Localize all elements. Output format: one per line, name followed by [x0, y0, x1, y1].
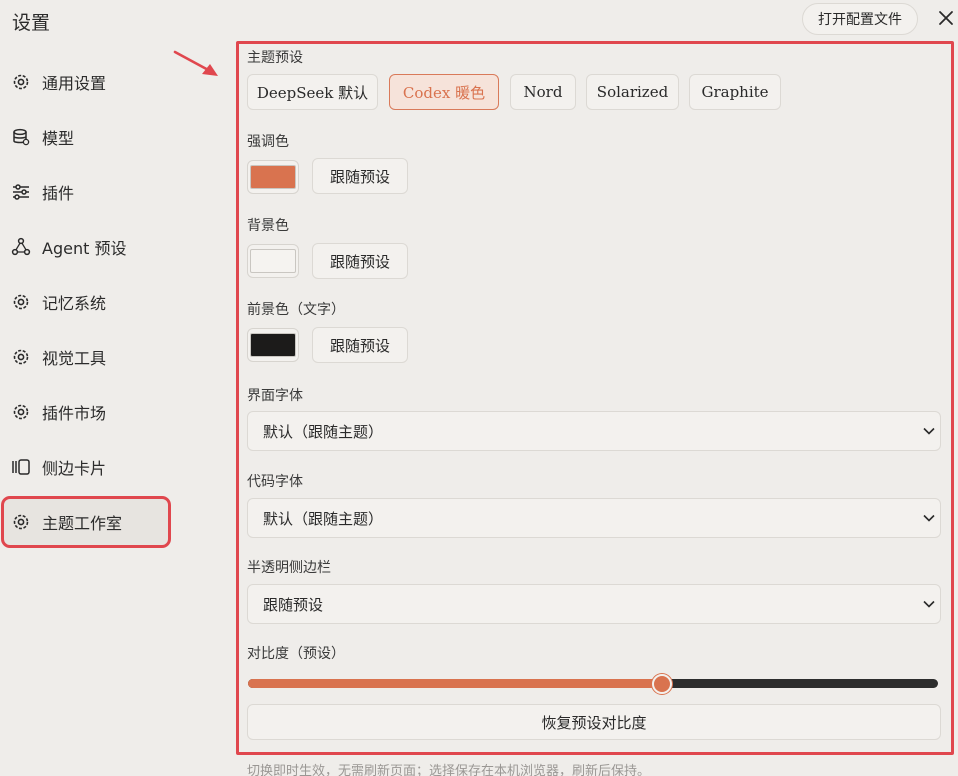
sidebar-item-general[interactable]: 通用设置: [4, 59, 200, 105]
sidebar-item-side-cards[interactable]: 侧边卡片: [4, 444, 200, 490]
ui-font-value: 默认（跟随主题）: [263, 422, 384, 441]
foreground-follow-preset-button[interactable]: 跟随预设: [312, 327, 408, 363]
ui-font-label: 界面字体: [247, 388, 303, 404]
translucent-sidebar-value: 跟随预设: [263, 595, 324, 614]
gear-icon: [10, 511, 32, 533]
chevron-down-icon: [923, 514, 935, 522]
sidebar-item-label: 侧边卡片: [42, 459, 107, 478]
sidebar-item-agent-presets[interactable]: Agent 预设: [4, 224, 200, 270]
footnote: 切换即时生效，无需刷新页面；选择保存在本机浏览器，刷新后保持。: [247, 764, 651, 776]
sidebar-item-label: 通用设置: [42, 74, 107, 93]
chevron-down-icon: [923, 600, 935, 608]
accent-color-swatch[interactable]: [247, 160, 299, 194]
gear-icon: [10, 346, 32, 368]
sidebar-item-label: 模型: [42, 129, 75, 148]
preset-codex-button[interactable]: Codex 暖色: [389, 74, 499, 110]
accent-color-label: 强调色: [247, 134, 289, 150]
sidebar-item-label: 插件市场: [42, 404, 107, 423]
code-font-value: 默认（跟随主题）: [263, 509, 384, 528]
sidebar-item-plugins[interactable]: 插件: [4, 169, 200, 215]
foreground-color-fill: [250, 333, 296, 357]
foreground-color-swatch[interactable]: [247, 328, 299, 362]
sidebar-item-label: 主题工作室: [42, 514, 123, 533]
gear-icon: [10, 401, 32, 423]
contrast-label: 对比度（预设）: [247, 646, 345, 662]
reset-contrast-button[interactable]: 恢复预设对比度: [247, 704, 941, 740]
sidebar-item-plugin-market[interactable]: 插件市场: [4, 389, 200, 435]
ui-font-select[interactable]: 默认（跟随主题）: [247, 411, 941, 451]
gear-icon: [10, 291, 32, 313]
annotation-arrow-icon: [173, 50, 218, 76]
sidebar-item-label: 记忆系统: [42, 294, 107, 313]
background-follow-preset-button[interactable]: 跟随预设: [312, 243, 408, 279]
background-color-label: 背景色: [247, 218, 289, 234]
accent-follow-preset-button[interactable]: 跟随预设: [312, 158, 408, 194]
preset-nord-button[interactable]: Nord: [510, 74, 576, 110]
slider-thumb[interactable]: [652, 674, 672, 694]
page-title: 设置: [12, 12, 51, 34]
foreground-color-label: 前景色（文字）: [247, 302, 345, 318]
accent-color-fill: [250, 165, 296, 189]
preset-graphite-button[interactable]: Graphite: [689, 74, 781, 110]
theme-preset-label: 主题预设: [247, 50, 303, 66]
sidebar-item-label: Agent 预设: [42, 239, 127, 258]
contrast-slider[interactable]: [248, 674, 938, 694]
sidebar-item-models[interactable]: 模型: [4, 114, 200, 160]
code-font-label: 代码字体: [247, 474, 303, 490]
gear-icon: [10, 71, 32, 93]
translucent-sidebar-label: 半透明侧边栏: [247, 560, 331, 576]
sidebar-item-label: 插件: [42, 184, 75, 203]
sidebar-item-vision-tools[interactable]: 视觉工具: [4, 334, 200, 380]
slider-fill: [248, 679, 662, 688]
cards-icon: [10, 456, 32, 478]
preset-deepseek-button[interactable]: DeepSeek 默认: [247, 74, 378, 110]
database-icon: [10, 126, 32, 148]
sidebar-item-memory[interactable]: 记忆系统: [4, 279, 200, 325]
translucent-sidebar-select[interactable]: 跟随预设: [247, 584, 941, 624]
close-icon[interactable]: [934, 6, 958, 30]
background-color-swatch[interactable]: [247, 244, 299, 278]
background-color-fill: [250, 249, 296, 273]
settings-window: 设置 打开配置文件 通用设置 模型 插件 Agent 预设 记忆系统 视觉工具: [0, 0, 958, 776]
code-font-select[interactable]: 默认（跟随主题）: [247, 498, 941, 538]
preset-solarized-button[interactable]: Solarized: [586, 74, 679, 110]
sliders-icon: [10, 181, 32, 203]
nodes-icon: [10, 236, 32, 258]
chevron-down-icon: [923, 427, 935, 435]
open-config-button[interactable]: 打开配置文件: [802, 3, 918, 35]
sidebar-item-theme-studio[interactable]: 主题工作室: [1, 496, 171, 548]
sidebar-item-label: 视觉工具: [42, 349, 107, 368]
